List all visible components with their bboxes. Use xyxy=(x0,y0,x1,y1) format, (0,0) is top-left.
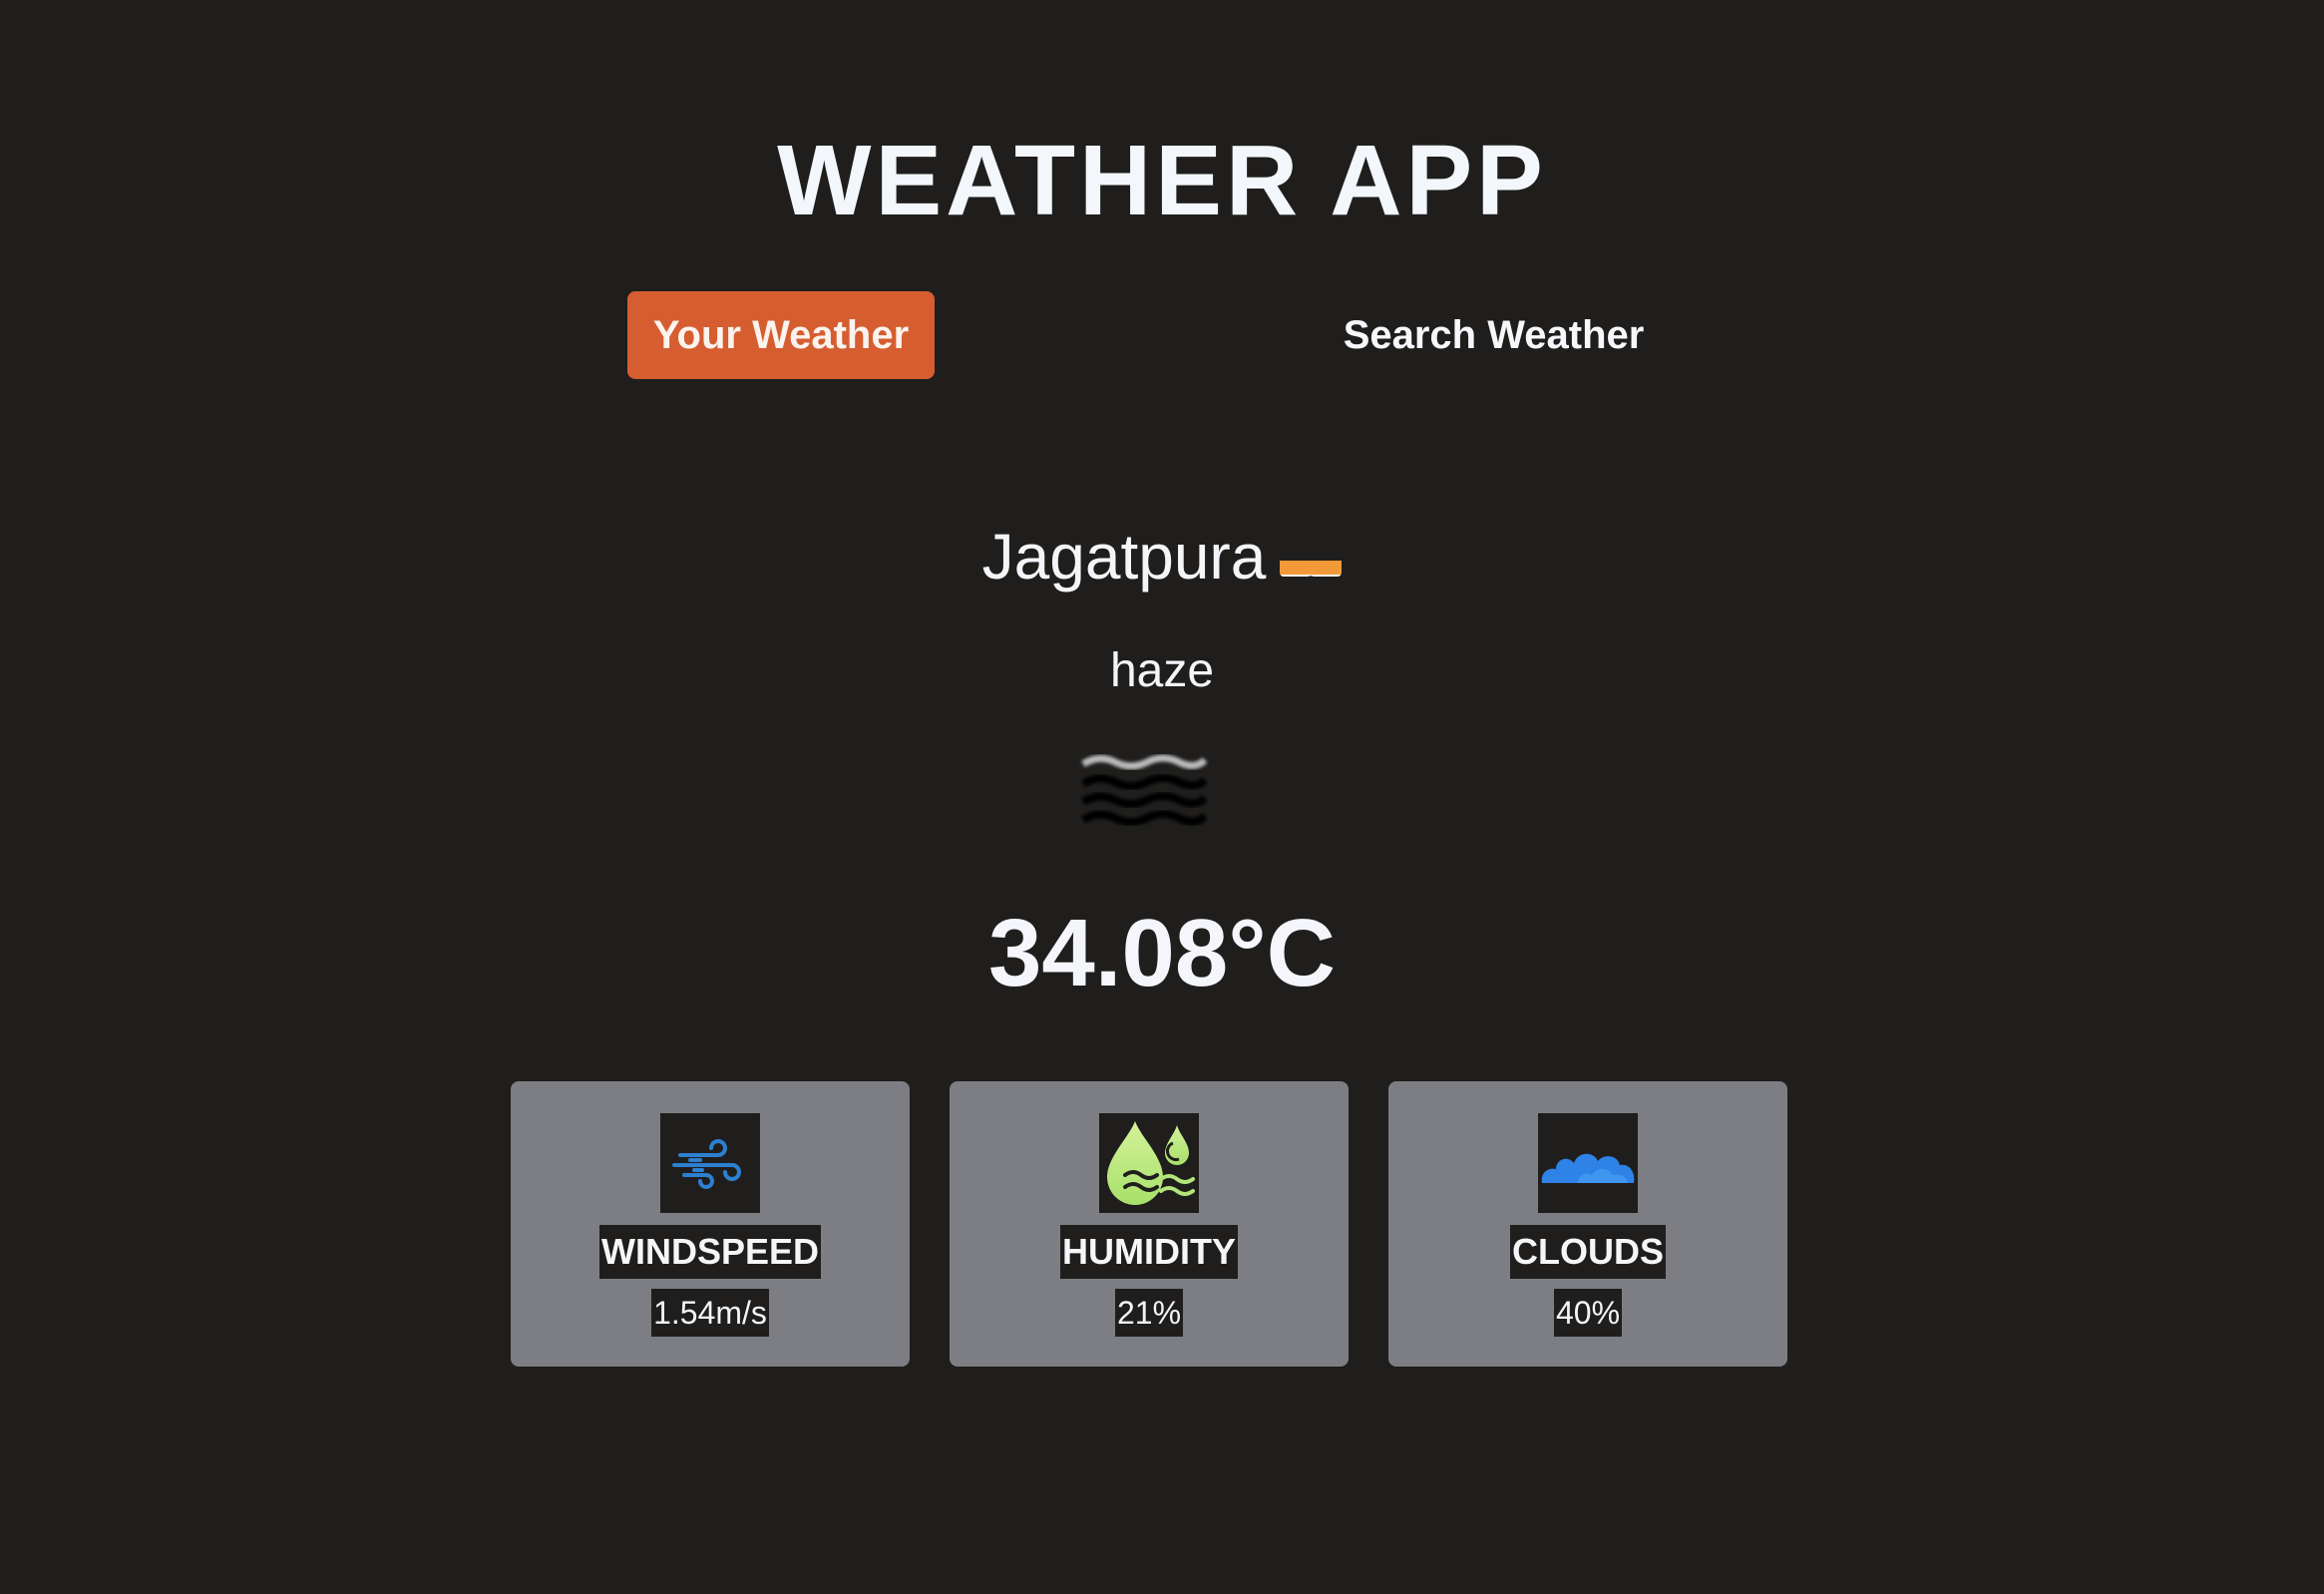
humidity-label: HUMIDITY xyxy=(950,1225,1349,1279)
weather-app-page: WEATHER APP Your Weather Search Weather … xyxy=(0,0,2324,1594)
clouds-value: 40% xyxy=(1388,1289,1787,1337)
windspeed-value: 1.54m/s xyxy=(511,1289,910,1337)
humidity-icon xyxy=(1099,1113,1199,1213)
app-title: WEATHER APP xyxy=(777,125,1547,236)
haze-icon xyxy=(1077,750,1209,838)
city-name: Jagatpura xyxy=(981,521,1267,593)
humidity-card: HUMIDITY 21% xyxy=(950,1081,1349,1367)
temperature: 34.08°C xyxy=(988,900,1336,1006)
cloud-icon xyxy=(1538,1113,1638,1213)
windspeed-card: WINDSPEED 1.54m/s xyxy=(511,1081,910,1367)
clouds-card: CLOUDS 40% xyxy=(1388,1081,1787,1367)
windspeed-label: WINDSPEED xyxy=(511,1225,910,1279)
wind-icon xyxy=(660,1113,760,1213)
india-flag-icon xyxy=(1280,535,1343,578)
tab-your-weather[interactable]: Your Weather xyxy=(627,291,935,379)
humidity-value: 21% xyxy=(950,1289,1349,1337)
tab-search-weather[interactable]: Search Weather xyxy=(1297,291,1691,379)
clouds-label: CLOUDS xyxy=(1388,1225,1787,1279)
location: Jagatpura xyxy=(0,511,2324,602)
weather-description: haze xyxy=(1109,644,1215,697)
